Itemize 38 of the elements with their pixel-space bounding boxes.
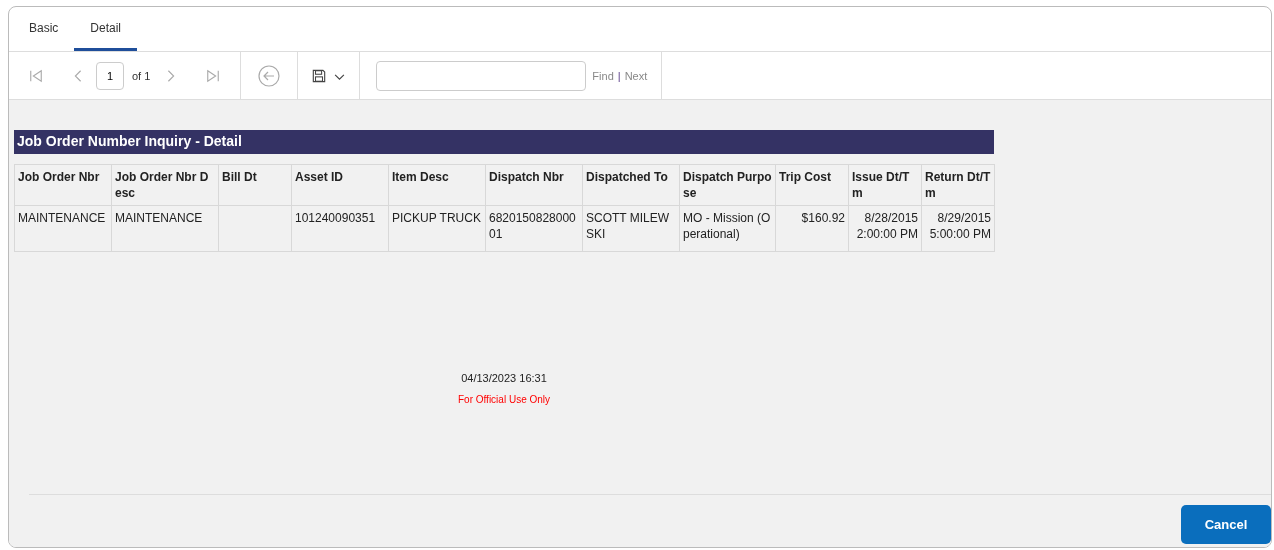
back-icon[interactable] <box>258 64 281 87</box>
column-header: Bill Dt <box>218 164 292 206</box>
timestamp: 04/13/2023 16:31 <box>461 372 547 384</box>
column-header: Trip Cost <box>775 164 849 206</box>
tab[interactable]: Basic <box>13 7 75 51</box>
column-header: Dispatch Purpose <box>679 164 776 206</box>
column-header: Job Order Nbr Desc <box>111 164 219 206</box>
table-cell: 682015082800001 <box>489 211 576 241</box>
column-header: Item Desc <box>388 164 486 206</box>
separator-text: | <box>617 69 621 82</box>
table-cell: MO - Mission (Operational) <box>683 211 771 241</box>
page-field[interactable]: 1 <box>96 61 124 90</box>
last-page-icon[interactable] <box>206 68 221 83</box>
column-header: Job Order Nbr <box>14 164 112 206</box>
column-header: Issue Dt/Tm <box>848 164 922 206</box>
table-cell: 8/29/2015 5:00:00 PM <box>929 211 991 241</box>
column-header: Return Dt/Tm <box>921 164 995 206</box>
table-cell: SCOTT MILEWSKI <box>586 211 670 241</box>
first-page-icon[interactable] <box>29 68 43 83</box>
tab[interactable]: Detail <box>74 7 138 51</box>
next-link[interactable]: Next <box>624 69 648 82</box>
table-cell: MAINTENANCE <box>115 211 203 225</box>
caret-icon[interactable] <box>334 74 346 81</box>
column-header: Asset ID <box>291 164 389 206</box>
table-cell: MAINTENANCE <box>18 211 106 225</box>
table-cell: $160.92 <box>801 211 845 225</box>
search-field[interactable] <box>376 60 587 91</box>
save-icon[interactable] <box>312 68 327 83</box>
table-cell: 8/28/2015 2:00:00 PM <box>856 211 918 241</box>
column-header: Dispatch Nbr <box>485 164 583 206</box>
table-cell: PICKUP TRUCK <box>392 211 481 225</box>
page-count: of 1 <box>132 69 151 82</box>
cancel-button[interactable]: Cancel <box>1181 504 1271 544</box>
find-link[interactable]: Find <box>592 69 614 82</box>
classification-notice: For Official Use Only <box>457 394 551 405</box>
column-header: Dispatched To <box>582 164 680 206</box>
table-cell: 101240090351 <box>295 211 376 225</box>
report-title: Job Order Number Inquiry - Detail <box>14 130 994 154</box>
